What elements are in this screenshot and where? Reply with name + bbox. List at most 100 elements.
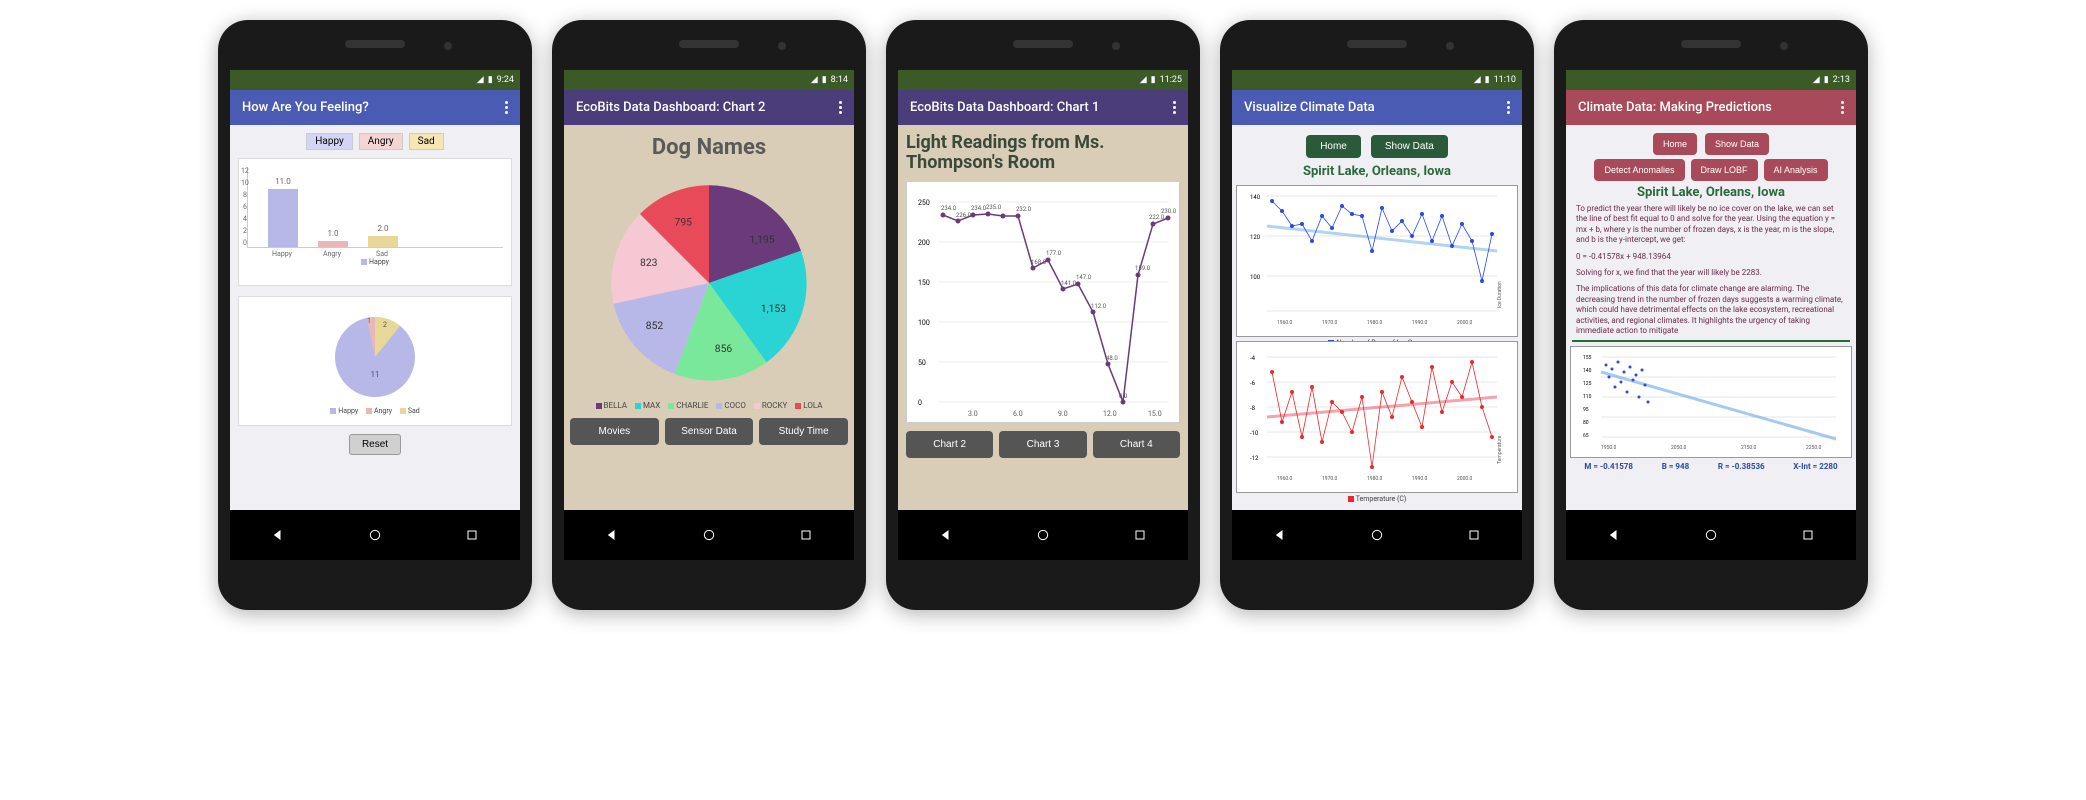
chart-3-button[interactable]: Chart 3	[999, 431, 1086, 458]
happy-button[interactable]: Happy	[306, 133, 352, 150]
sensor-data-button[interactable]: Sensor Data	[665, 418, 754, 445]
signal-icon: ◢	[1140, 75, 1147, 85]
svg-text:2000.0: 2000.0	[1457, 320, 1473, 326]
show-data-button[interactable]: Show Data	[1705, 133, 1769, 155]
svg-text:141.0: 141.0	[1061, 280, 1077, 287]
chart-title: Spirit Lake, Orleans, Iowa	[1236, 164, 1518, 179]
svg-text:1960.0: 1960.0	[1277, 320, 1293, 326]
sad-button[interactable]: Sad	[409, 133, 444, 150]
app-bar: How Are You Feeling?	[230, 90, 520, 125]
svg-text:852: 852	[646, 319, 664, 332]
phone-4: ◢▮11:10 Visualize Climate Data Home Show…	[1220, 20, 1534, 610]
signal-icon: ◢	[477, 75, 484, 85]
chart-4-button[interactable]: Chart 4	[1093, 431, 1180, 458]
overflow-menu-icon[interactable]	[1507, 101, 1510, 114]
back-icon[interactable]	[938, 527, 954, 543]
phone-3: ◢▮11:25 EcoBits Data Dashboard: Chart 1 …	[886, 20, 1200, 610]
study-time-button[interactable]: Study Time	[759, 418, 848, 445]
pie-legend: BELLA MAX CHARLIE COCO ROCKY LOLA	[570, 401, 848, 410]
stats-row: M = -0.41578 B = 948 R = -0.38536 X-Int …	[1570, 462, 1852, 471]
overflow-menu-icon[interactable]	[505, 101, 508, 114]
svg-text:234.0: 234.0	[971, 205, 987, 212]
svg-text:48.0: 48.0	[1106, 355, 1118, 362]
ai-analysis-button[interactable]: AI Analysis	[1764, 159, 1828, 181]
svg-text:Ice Duration: Ice Duration	[1497, 281, 1503, 308]
overflow-menu-icon[interactable]	[1841, 101, 1844, 114]
home-button[interactable]: Home	[1653, 133, 1697, 155]
svg-text:125: 125	[1583, 381, 1592, 387]
svg-text:50: 50	[918, 359, 926, 367]
svg-text:0: 0	[918, 399, 922, 407]
app-title: EcoBits Data Dashboard: Chart 1	[910, 100, 1099, 115]
back-icon[interactable]	[604, 527, 620, 543]
svg-text:1: 1	[367, 317, 371, 325]
detect-anomalies-button[interactable]: Detect Anomalies	[1594, 159, 1684, 181]
status-time: 2:13	[1833, 75, 1850, 85]
home-icon[interactable]	[367, 527, 383, 543]
svg-text:1970.0: 1970.0	[1322, 476, 1338, 482]
battery-icon: ▮	[822, 75, 827, 85]
home-icon[interactable]	[1035, 527, 1051, 543]
svg-text:112.0: 112.0	[1091, 303, 1107, 310]
stat-xint: X-Int = 2280	[1793, 462, 1837, 471]
equation-text: 0 = -0.41578x + 948.13964	[1570, 252, 1852, 262]
svg-text:177.0: 177.0	[1046, 250, 1062, 257]
svg-text:1980.0: 1980.0	[1367, 320, 1383, 326]
svg-text:230.0: 230.0	[1161, 208, 1177, 215]
svg-text:2050.0: 2050.0	[1671, 445, 1687, 451]
recent-icon[interactable]	[798, 527, 814, 543]
back-icon[interactable]	[270, 527, 286, 543]
app-bar: EcoBits Data Dashboard: Chart 1	[898, 90, 1188, 125]
recent-icon[interactable]	[1132, 527, 1148, 543]
app-title: Visualize Climate Data	[1244, 100, 1375, 115]
line-chart: 250200150100500 234.0226.0234.0235.0232.…	[906, 181, 1180, 423]
bar-chart: 121086420 11.0 1.0 2.0 HappyAngrySad Hap…	[238, 158, 512, 286]
svg-text:140: 140	[1583, 368, 1592, 374]
overflow-menu-icon[interactable]	[839, 101, 842, 114]
svg-text:168.0: 168.0	[1031, 259, 1047, 266]
app-bar: EcoBits Data Dashboard: Chart 2	[564, 90, 854, 125]
draw-lobf-button[interactable]: Draw LOBF	[1691, 159, 1758, 181]
stat-r: R = -0.38536	[1718, 462, 1765, 471]
show-data-button[interactable]: Show Data	[1371, 135, 1448, 158]
svg-text:80: 80	[1583, 420, 1589, 426]
home-icon[interactable]	[701, 527, 717, 543]
status-time: 11:25	[1160, 75, 1182, 85]
home-icon[interactable]	[1369, 527, 1385, 543]
svg-text:1970.0: 1970.0	[1322, 320, 1338, 326]
overflow-menu-icon[interactable]	[1173, 101, 1176, 114]
angry-button[interactable]: Angry	[359, 133, 403, 150]
svg-text:155: 155	[1583, 355, 1592, 361]
svg-text:1,195: 1,195	[749, 233, 774, 246]
home-icon[interactable]	[1703, 527, 1719, 543]
chart-title: Light Readings from Ms. Thompson's Room	[902, 129, 1184, 177]
screen: ◢ ▮ 9:24 How Are You Feeling? Happy Angr…	[230, 70, 520, 560]
chart-2-button[interactable]: Chart 2	[906, 431, 993, 458]
home-button[interactable]: Home	[1306, 135, 1361, 158]
chart-title: Dog Names	[570, 135, 848, 160]
svg-text:1980.0: 1980.0	[1367, 476, 1383, 482]
app-bar: Visualize Climate Data	[1232, 90, 1522, 125]
pie-chart: 11 2 1 Happy Angry Sad	[238, 296, 512, 426]
recent-icon[interactable]	[464, 527, 480, 543]
svg-text:9.0: 9.0	[1058, 410, 1068, 418]
svg-text:95: 95	[1583, 407, 1589, 413]
signal-icon: ◢	[1813, 75, 1820, 85]
recent-icon[interactable]	[1466, 527, 1482, 543]
svg-text:235.0: 235.0	[986, 204, 1002, 211]
svg-text:222.0: 222.0	[1149, 214, 1165, 221]
back-icon[interactable]	[1606, 527, 1622, 543]
phone-5: ◢▮2:13 Climate Data: Making Predictions …	[1554, 20, 1868, 610]
svg-text:232.0: 232.0	[1016, 206, 1032, 213]
back-icon[interactable]	[1272, 527, 1288, 543]
battery-icon: ▮	[488, 75, 493, 85]
reset-button[interactable]: Reset	[349, 434, 401, 455]
movies-button[interactable]: Movies	[570, 418, 659, 445]
svg-text:0.0: 0.0	[1119, 393, 1128, 400]
bar-sad: 2.0	[368, 236, 398, 247]
svg-text:1,153: 1,153	[761, 302, 786, 315]
recent-icon[interactable]	[1800, 527, 1816, 543]
svg-text:795: 795	[675, 216, 693, 229]
prediction-text-2: Solving for x, we find that the year wil…	[1570, 268, 1852, 278]
signal-icon: ◢	[811, 75, 818, 85]
